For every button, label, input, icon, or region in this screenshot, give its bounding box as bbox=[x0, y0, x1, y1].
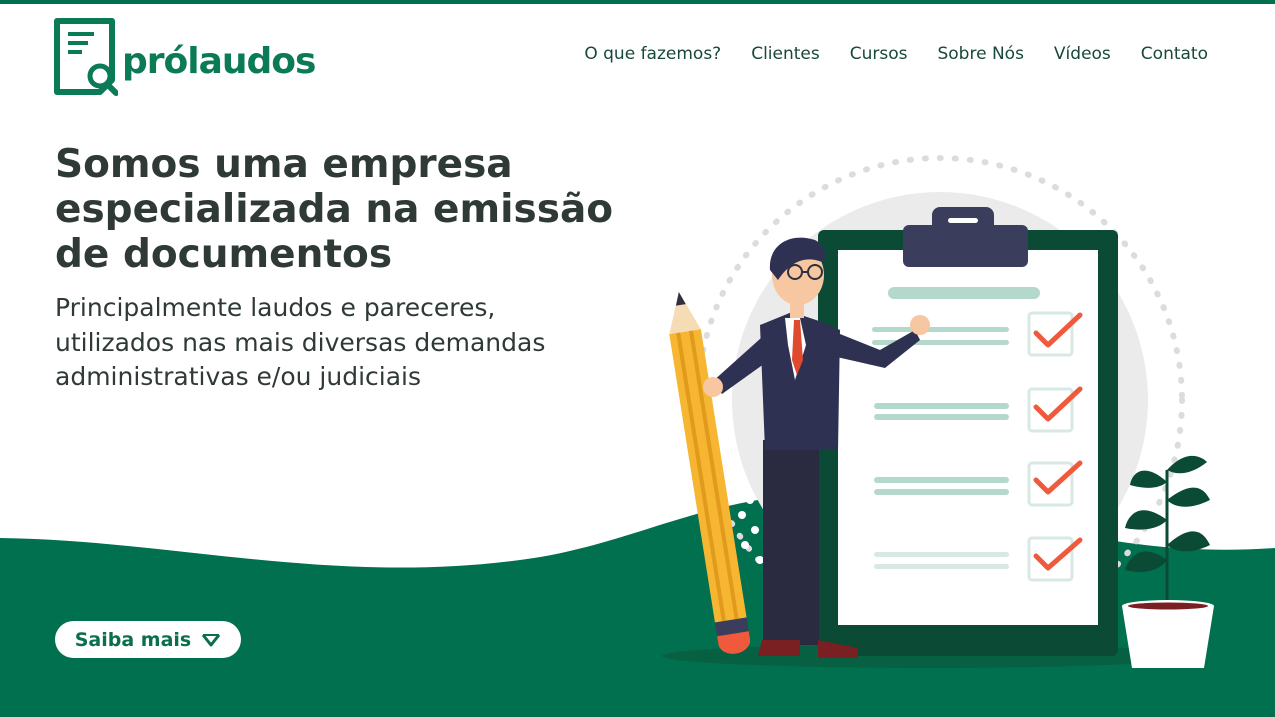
saiba-mais-label: Saiba mais bbox=[74, 628, 192, 651]
saiba-mais-button[interactable]: Saiba mais bbox=[55, 621, 241, 658]
hero-illustration bbox=[662, 155, 1214, 668]
potted-plant-icon bbox=[1122, 455, 1214, 668]
clipboard-icon bbox=[818, 207, 1118, 656]
pencil-icon bbox=[669, 292, 751, 654]
chevron-down-icon bbox=[202, 633, 221, 646]
